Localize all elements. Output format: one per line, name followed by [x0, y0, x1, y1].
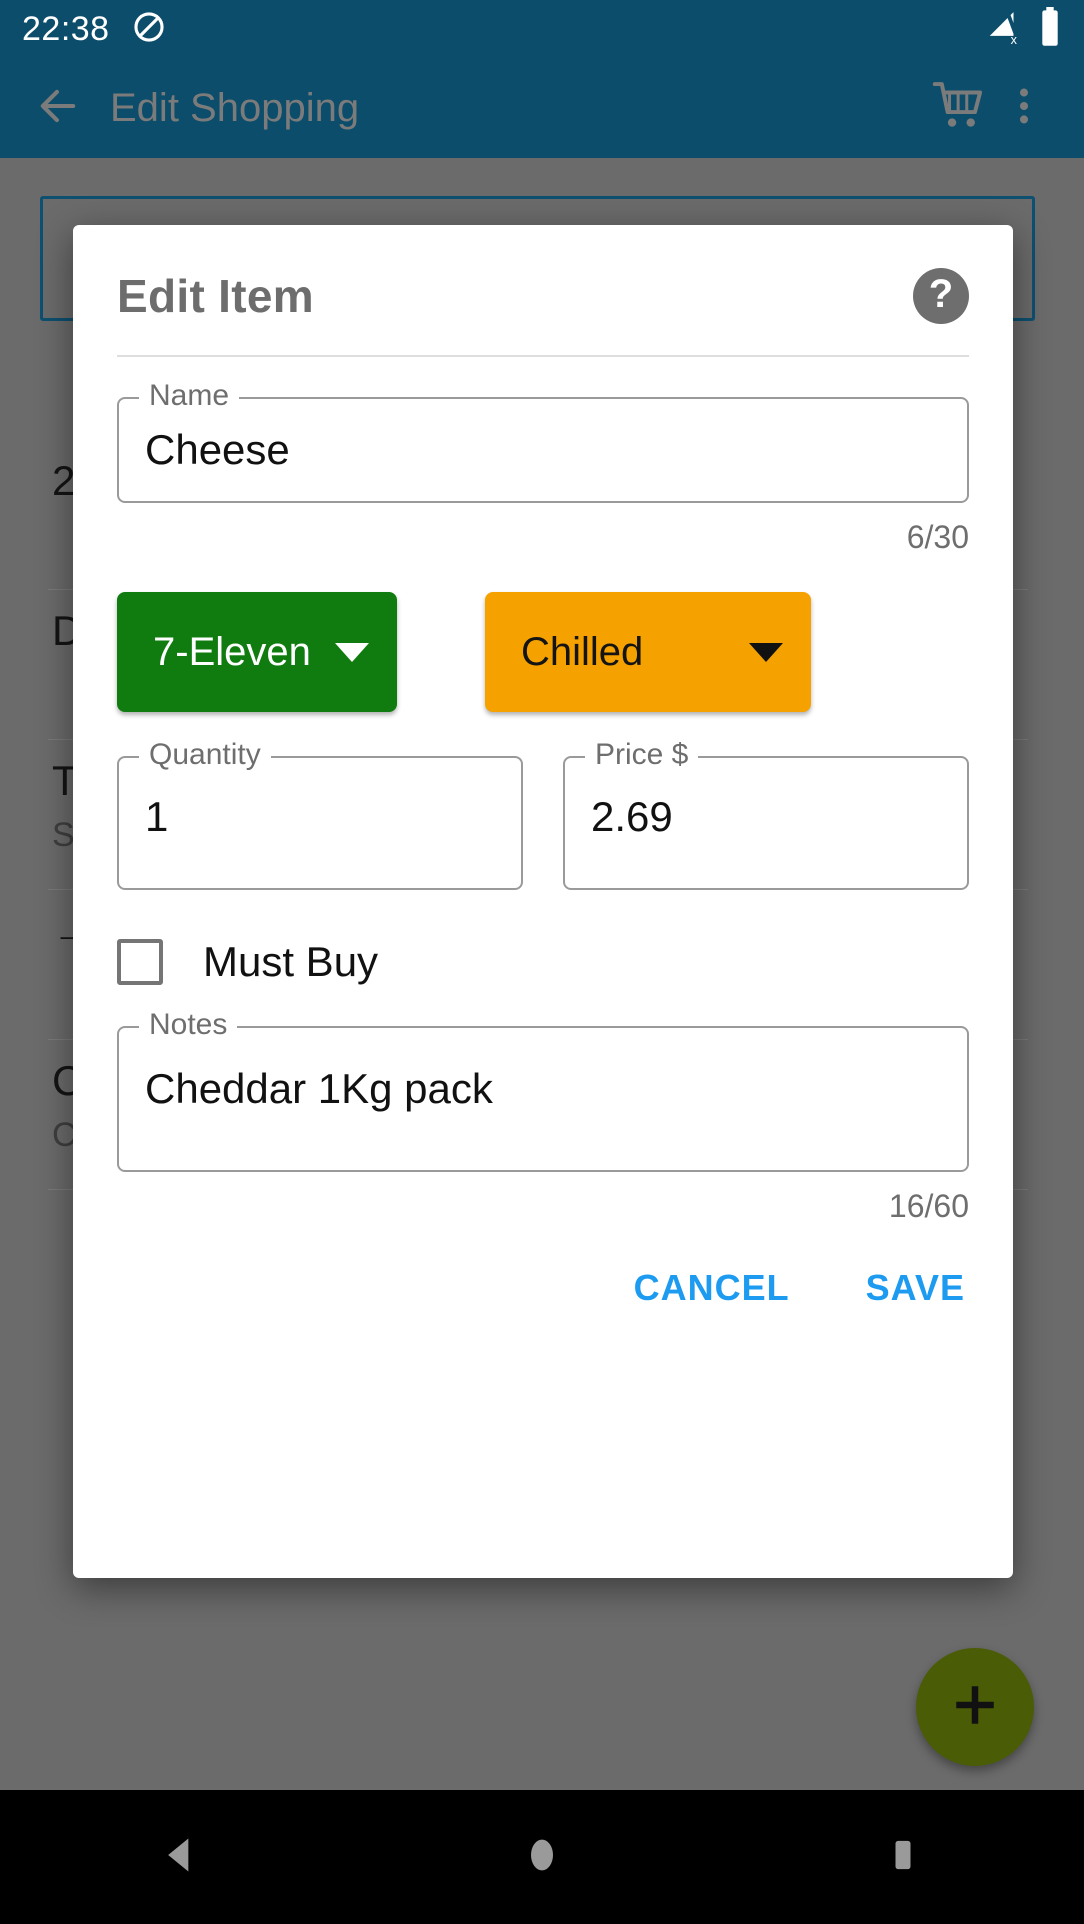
quantity-input[interactable]: 1	[117, 756, 523, 890]
status-notification-icons	[132, 10, 166, 49]
nav-back-button[interactable]	[121, 1817, 241, 1897]
cart-button[interactable]	[928, 76, 992, 140]
must-buy-label: Must Buy	[203, 938, 379, 985]
svg-text:x: x	[1011, 32, 1018, 46]
price-field-label: Price $	[585, 737, 699, 773]
name-field-label: Name	[139, 378, 240, 414]
category-spinner[interactable]: Chilled	[485, 592, 811, 712]
notes-char-counter: 16/60	[888, 1188, 969, 1224]
quantity-price-row: Quantity 1 Price $ 2.69	[117, 737, 969, 890]
must-buy-row[interactable]: Must Buy	[117, 938, 969, 986]
battery-full-icon	[1038, 6, 1062, 52]
price-input[interactable]: 2.69	[563, 756, 969, 890]
save-button[interactable]: SAVE	[866, 1267, 965, 1309]
quantity-field-wrapper: Quantity 1	[117, 737, 523, 890]
notes-field-wrapper: Notes Cheddar 1Kg pack	[117, 1007, 969, 1172]
dialog-header: Edit Item ?	[117, 225, 969, 343]
notes-field-label: Notes	[139, 1007, 238, 1043]
no-sim-signal-icon: x	[984, 9, 1024, 52]
more-vert-icon	[1001, 83, 1047, 134]
add-item-fab[interactable]	[916, 1648, 1034, 1766]
back-arrow-icon	[32, 80, 84, 137]
cancel-button[interactable]: CANCEL	[634, 1267, 790, 1309]
spinner-row: 7-Eleven Chilled	[117, 592, 969, 712]
category-spinner-value: Chilled	[521, 629, 644, 674]
must-buy-checkbox[interactable]	[117, 939, 163, 985]
edit-item-dialog: Edit Item ? Name Cheese 6/30 7-Eleven Ch…	[73, 225, 1013, 1578]
chevron-down-icon	[749, 642, 783, 662]
name-field-wrapper: Name Cheese	[117, 378, 969, 503]
circle-home-icon	[520, 1833, 564, 1882]
nav-recents-button[interactable]	[843, 1817, 963, 1897]
dialog-actions: CANCEL SAVE	[117, 1267, 969, 1309]
store-spinner[interactable]: 7-Eleven	[117, 592, 397, 712]
help-icon[interactable]: ?	[913, 268, 969, 324]
notes-input[interactable]: Cheddar 1Kg pack	[117, 1026, 969, 1172]
triangle-back-icon	[159, 1833, 203, 1882]
name-char-counter: 6/30	[906, 519, 969, 555]
app-bar-title: Edit Shopping	[110, 85, 360, 130]
dialog-title: Edit Item	[117, 270, 314, 322]
status-clock: 22:38	[22, 9, 110, 48]
back-button[interactable]	[28, 78, 88, 138]
overflow-menu-button[interactable]	[992, 76, 1056, 140]
name-input[interactable]: Cheese	[117, 397, 969, 503]
android-nav-bar	[0, 1790, 1084, 1924]
app-bar: Edit Shopping	[0, 58, 1084, 158]
phone-screen: 22:38 x Edit Shopping 2 D T S C C Edit I…	[0, 0, 1084, 1924]
plus-icon	[945, 1675, 1005, 1740]
status-bar: 22:38 x	[0, 0, 1084, 58]
status-system-icons: x	[984, 6, 1062, 52]
price-field-wrapper: Price $ 2.69	[563, 737, 969, 890]
do-not-disturb-icon	[132, 10, 166, 49]
dialog-divider	[117, 355, 969, 357]
chevron-down-icon	[335, 642, 369, 662]
store-spinner-value: 7-Eleven	[153, 629, 311, 674]
quantity-field-label: Quantity	[139, 737, 271, 773]
help-icon-glyph: ?	[928, 272, 954, 316]
square-recents-icon	[883, 1835, 923, 1880]
nav-home-button[interactable]	[482, 1817, 602, 1897]
shopping-cart-icon	[932, 78, 988, 139]
